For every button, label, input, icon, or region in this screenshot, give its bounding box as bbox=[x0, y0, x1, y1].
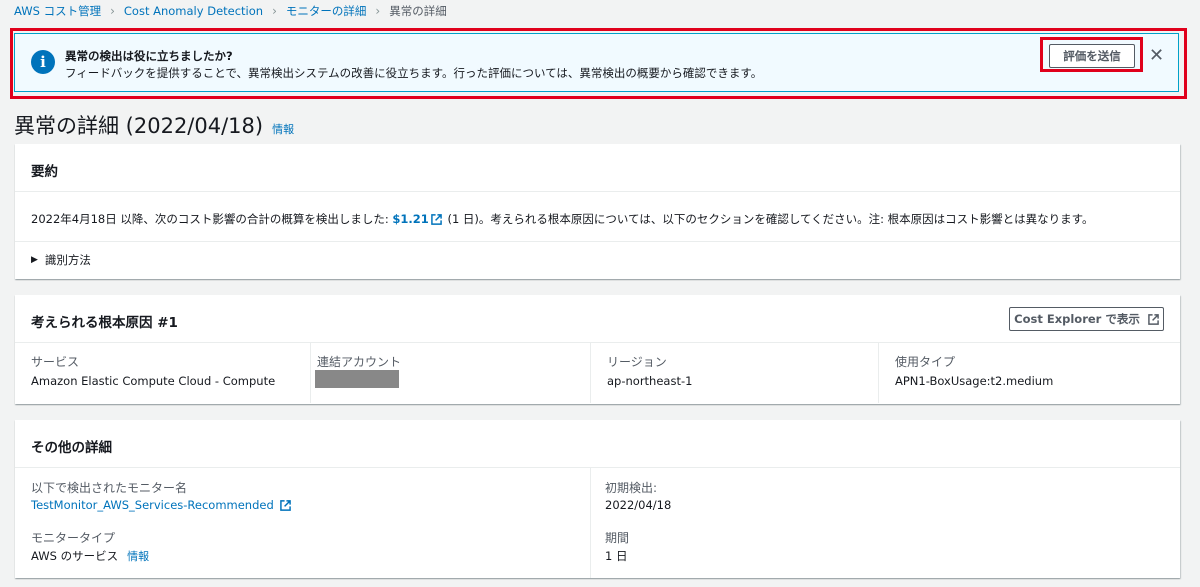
summary-text: 2022年4月18日 以降、次のコスト影響の合計の概算を検出しました: $1.2… bbox=[31, 211, 1094, 227]
summary-header: 要約 bbox=[15, 144, 1180, 192]
chevron-right-icon: › bbox=[375, 4, 381, 18]
root-cause-title: 考えられる根本原因 #1 bbox=[31, 315, 178, 331]
summary-title: 要約 bbox=[31, 164, 58, 180]
kv-region: リージョン ap-northeast-1 bbox=[590, 343, 878, 403]
monitor-name-link[interactable]: TestMonitor_AWS_Services-Recommended bbox=[31, 498, 274, 512]
monitor-type-value: AWS のサービス 情報 bbox=[31, 548, 149, 564]
breadcrumb-cost-anomaly-detection[interactable]: Cost Anomaly Detection bbox=[124, 4, 263, 18]
usage-type-label: 使用タイプ bbox=[895, 355, 956, 369]
first-detected-label: 初期検出: bbox=[605, 481, 658, 495]
redacted-account-id bbox=[315, 370, 399, 388]
kv-service: サービス Amazon Elastic Compute Cloud - Comp… bbox=[15, 343, 310, 403]
expander-label: 識別方法 bbox=[44, 253, 91, 267]
breadcrumb: AWS コスト管理 › Cost Anomaly Detection › モニタ… bbox=[14, 3, 447, 19]
summary-text-before: 2022年4月18日 以降、次のコスト影響の合計の概算を検出しました: bbox=[31, 212, 393, 226]
root-cause-container: 考えられる根本原因 #1 Cost Explorer で表示 サービス Amaz… bbox=[15, 295, 1180, 404]
highlight-banner-box bbox=[10, 28, 1187, 99]
kv-linked-account: 連結アカウント bbox=[310, 343, 590, 403]
view-in-cost-explorer-button[interactable]: Cost Explorer で表示 bbox=[1009, 307, 1164, 331]
first-detected-value: 2022/04/18 bbox=[605, 498, 672, 512]
page-title-text: 異常の詳細 (2022/04/18) bbox=[14, 114, 264, 138]
other-details-header: その他の詳細 bbox=[15, 420, 1180, 468]
monitor-type-info-link[interactable]: 情報 bbox=[127, 548, 149, 564]
region-value: ap-northeast-1 bbox=[607, 374, 693, 388]
monitor-name-label: 以下で検出されたモニター名 bbox=[31, 481, 188, 495]
monitor-name-value: TestMonitor_AWS_Services-Recommended bbox=[31, 498, 291, 512]
external-link-icon[interactable] bbox=[279, 499, 291, 511]
page-title: 異常の詳細 (2022/04/18) 情報 bbox=[14, 110, 294, 140]
breadcrumb-monitor-details[interactable]: モニターの詳細 bbox=[286, 3, 367, 19]
identification-method-expander[interactable]: ▶ 識別方法 bbox=[31, 252, 91, 268]
service-label: サービス bbox=[31, 355, 80, 369]
external-link-icon bbox=[1148, 313, 1159, 325]
linked-account-label: 連結アカウント bbox=[317, 355, 402, 369]
duration-label: 期間 bbox=[605, 531, 630, 545]
other-details-title: その他の詳細 bbox=[31, 440, 112, 456]
usage-type-value: APN1-BoxUsage:t2.medium bbox=[895, 374, 1054, 388]
summary-divider bbox=[15, 241, 1180, 242]
monitor-type-text: AWS のサービス bbox=[31, 549, 119, 563]
view-in-cost-explorer-label: Cost Explorer で表示 bbox=[1014, 312, 1140, 326]
highlight-button-box bbox=[1040, 37, 1143, 72]
caret-right-icon: ▶ bbox=[31, 255, 38, 265]
kv-usage-type: 使用タイプ APN1-BoxUsage:t2.medium bbox=[878, 343, 1180, 403]
breadcrumb-cost-management[interactable]: AWS コスト管理 bbox=[14, 3, 101, 19]
summary-container: 要約 2022年4月18日 以降、次のコスト影響の合計の概算を検出しました: $… bbox=[15, 144, 1180, 279]
chevron-right-icon: › bbox=[272, 4, 277, 18]
root-cause-header: 考えられる根本原因 #1 Cost Explorer で表示 bbox=[15, 295, 1180, 343]
summary-text-after: (1 日)。考えられる根本原因については、以下のセクションを確認してください。注… bbox=[443, 212, 1094, 226]
service-value: Amazon Elastic Compute Cloud - Compute bbox=[31, 374, 276, 388]
details-divider bbox=[590, 468, 591, 578]
region-label: リージョン bbox=[607, 355, 667, 369]
duration-value: 1 日 bbox=[605, 549, 628, 563]
breadcrumb-current: 異常の詳細 bbox=[389, 4, 447, 18]
monitor-type-label: モニタータイプ bbox=[31, 531, 116, 545]
cost-impact-link[interactable]: $1.21 bbox=[392, 212, 428, 226]
page-info-link[interactable]: 情報 bbox=[272, 121, 294, 137]
external-link-icon[interactable] bbox=[430, 214, 442, 225]
chevron-right-icon: › bbox=[110, 4, 115, 18]
other-details-container: その他の詳細 以下で検出されたモニター名 TestMonitor_AWS_Ser… bbox=[15, 420, 1180, 578]
